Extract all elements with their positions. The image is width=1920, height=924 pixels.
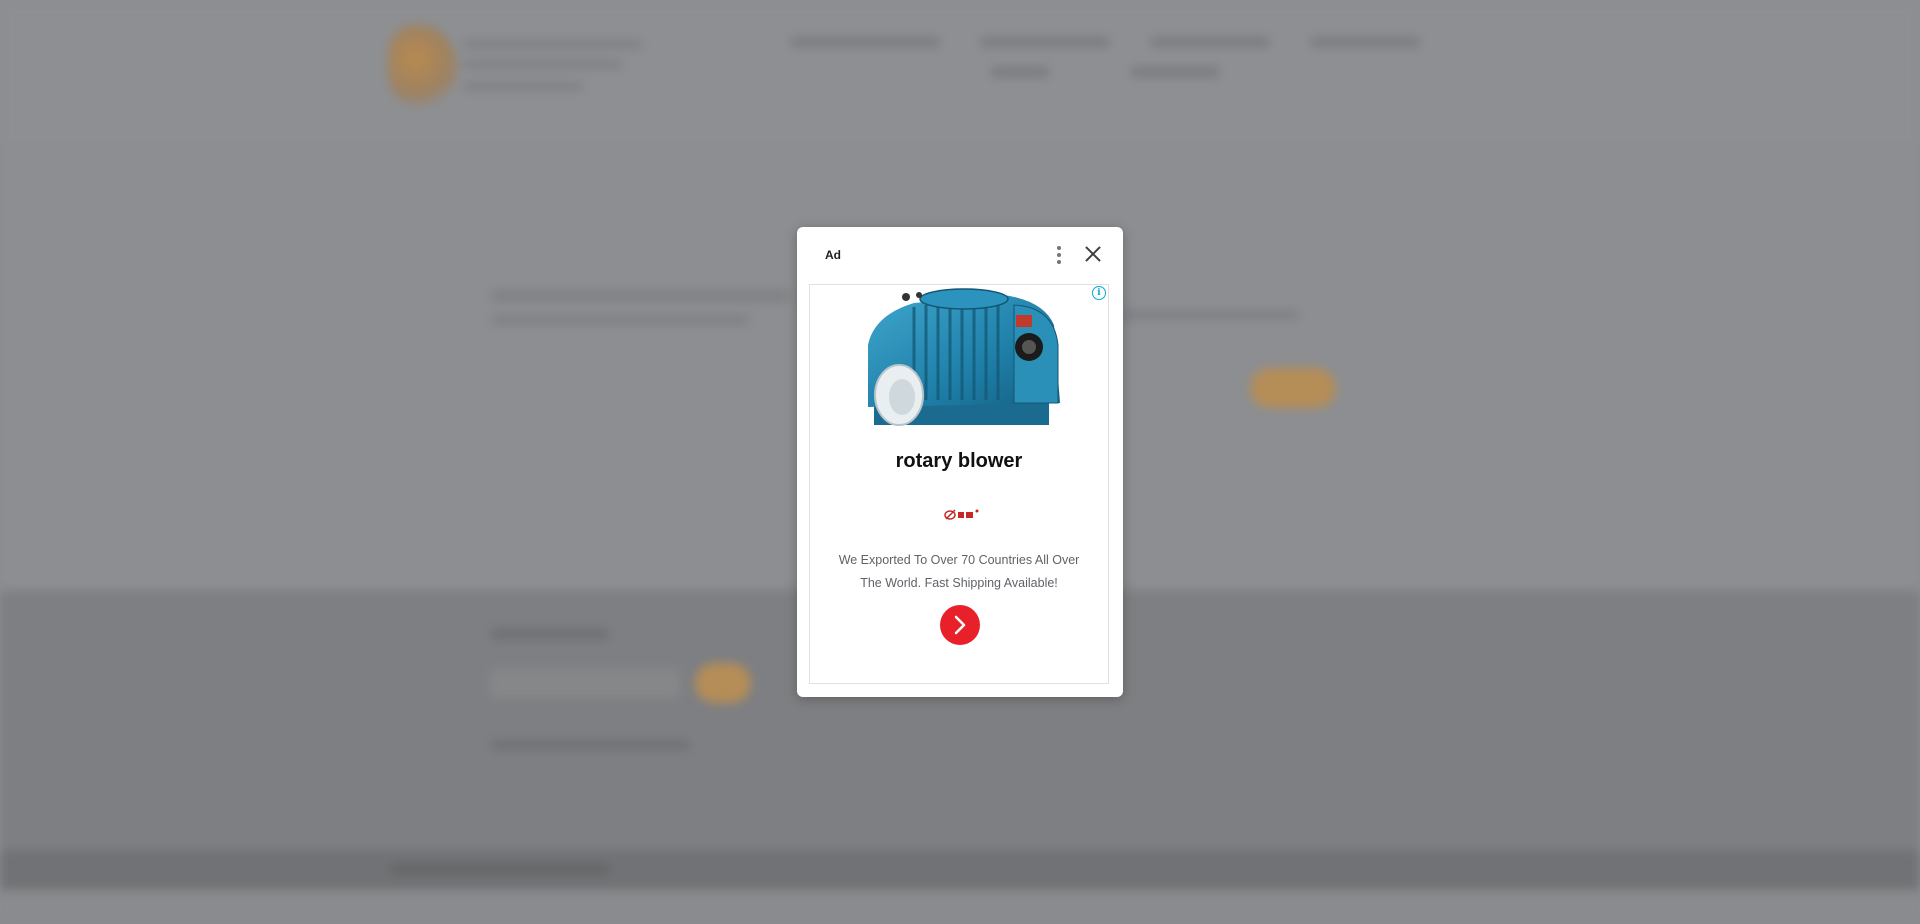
info-icon[interactable]: i (1092, 286, 1106, 300)
background-nav (790, 28, 1430, 88)
ad-title[interactable]: rotary blower (810, 450, 1108, 473)
page: Ad i rotary blower We Exported To Over 7… (0, 0, 1920, 924)
cta-button[interactable] (940, 605, 980, 645)
background-bottom-bar (0, 850, 1920, 890)
product-image[interactable] (854, 285, 1062, 427)
ad-creative[interactable]: i rotary blower We Exported To Over 70 C… (809, 284, 1109, 684)
brand-logo (944, 509, 979, 520)
more-vert-icon[interactable] (1049, 244, 1069, 266)
background-page-end (0, 890, 1920, 924)
background-logo (388, 20, 668, 115)
close-icon[interactable] (1083, 244, 1103, 264)
chevron-right-icon (954, 615, 966, 635)
ad-description: We Exported To Over 70 Countries All Ove… (838, 553, 1080, 590)
background-header (0, 0, 1920, 140)
ad-modal: Ad i rotary blower We Exported To Over 7… (797, 227, 1123, 697)
ad-label: Ad (825, 248, 841, 262)
